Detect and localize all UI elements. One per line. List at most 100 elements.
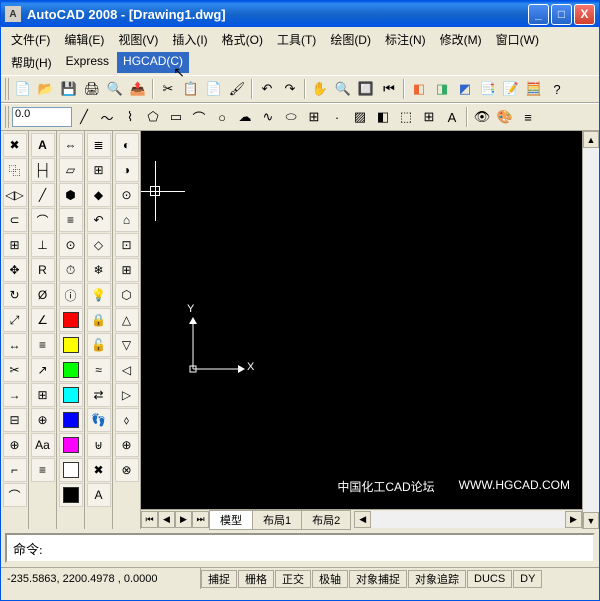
list-button[interactable]: ≡ xyxy=(59,208,83,232)
line-button[interactable]: ╱ xyxy=(73,106,95,128)
scroll-up-button[interactable]: ▲ xyxy=(583,131,599,148)
scroll-down-button[interactable]: ▼ xyxy=(583,512,599,529)
break-button[interactable]: ⊟ xyxy=(3,408,27,432)
design-center-button[interactable]: ◨ xyxy=(431,78,453,100)
layer-prev-button[interactable]: ↶ xyxy=(87,208,111,232)
layer-freeze-button[interactable]: ❄ xyxy=(87,258,111,282)
scale-button[interactable]: ⤢ xyxy=(3,308,27,332)
v-scrollbar[interactable]: ▲ ▼ xyxy=(582,131,599,529)
tab-next-button[interactable]: ▶ xyxy=(175,511,192,528)
redo-button[interactable]: ↷ xyxy=(279,78,301,100)
properties-button[interactable]: ◧ xyxy=(408,78,430,100)
d2-btn2[interactable]: ◑ xyxy=(115,158,139,182)
menu-window[interactable]: 窗口(W) xyxy=(490,29,545,50)
layer-state-button[interactable]: ⊞ xyxy=(87,158,111,182)
preview-button[interactable]: 🔍 xyxy=(104,78,126,100)
dim-ord-button[interactable]: ⊥ xyxy=(31,233,55,257)
id-button[interactable]: ⊙ xyxy=(59,233,83,257)
arc-button[interactable]: ⌒ xyxy=(188,106,210,128)
minimize-button[interactable]: _ xyxy=(528,4,549,25)
d2-btn1[interactable]: ◐ xyxy=(115,133,139,157)
command-line[interactable]: 命令: xyxy=(5,533,595,563)
chamfer-button[interactable]: ⌐ xyxy=(3,458,27,482)
swatch-red[interactable] xyxy=(59,308,83,332)
menu-express[interactable]: Express xyxy=(60,52,115,73)
tab-layout2[interactable]: 布局2 xyxy=(301,510,351,530)
swatch-black[interactable] xyxy=(59,483,83,507)
layer-delete-button[interactable]: ✖ xyxy=(87,458,111,482)
join-button[interactable]: ⊕ xyxy=(3,433,27,457)
swatch-green[interactable] xyxy=(59,358,83,382)
annotation-scale-select[interactable]: 0.0 xyxy=(12,107,72,127)
swatch-yellow[interactable] xyxy=(59,333,83,357)
tab-last-button[interactable]: ⏭ xyxy=(192,511,209,528)
text-a-button[interactable]: A xyxy=(87,483,111,507)
tab-model[interactable]: 模型 xyxy=(209,510,253,530)
menu-draw[interactable]: 绘图(D) xyxy=(324,29,377,50)
mass-button[interactable]: ⬢ xyxy=(59,183,83,207)
layer-change-button[interactable]: ⇄ xyxy=(87,383,111,407)
grip-icon[interactable] xyxy=(5,78,11,100)
match-button[interactable]: 🖌 xyxy=(226,78,248,100)
qdim-button[interactable]: ≡ xyxy=(31,333,55,357)
tab-first-button[interactable]: ⏮ xyxy=(141,511,158,528)
area-button[interactable]: ▱ xyxy=(59,158,83,182)
layer-iso-button[interactable]: ◇ xyxy=(87,233,111,257)
ducs-toggle[interactable]: DUCS xyxy=(467,570,512,588)
scroll-track[interactable] xyxy=(371,511,565,528)
drawing-canvas[interactable]: X Y 中国化工CAD论坛 WWW.HGCAD.COM xyxy=(141,131,582,509)
snap-toggle[interactable]: 捕捉 xyxy=(201,570,237,588)
polygon-button[interactable]: ⬠ xyxy=(142,106,164,128)
dimedit-button[interactable]: Aa xyxy=(31,433,55,457)
layer-make-button[interactable]: ◆ xyxy=(87,183,111,207)
block-button[interactable]: ⊞ xyxy=(303,106,325,128)
cut-button[interactable]: ✂ xyxy=(157,78,179,100)
dyn-toggle[interactable]: DY xyxy=(513,570,542,588)
dim-aligned-button[interactable]: ╱ xyxy=(31,183,55,207)
dim-arc-button[interactable]: ⌒ xyxy=(31,208,55,232)
menu-annotate[interactable]: 标注(N) xyxy=(379,29,432,50)
layer-unlock-button[interactable]: 🔓 xyxy=(87,333,111,357)
tolerance-button[interactable]: ⊞ xyxy=(31,383,55,407)
paste-button[interactable]: 📄 xyxy=(203,78,225,100)
dist-button[interactable]: ⇔ xyxy=(59,133,83,157)
circle-button[interactable]: ○ xyxy=(211,106,233,128)
d2-btn10[interactable]: ◁ xyxy=(115,358,139,382)
ortho-toggle[interactable]: 正交 xyxy=(275,570,311,588)
hatch-button[interactable]: ▨ xyxy=(349,106,371,128)
sheet-set-button[interactable]: 📑 xyxy=(477,78,499,100)
markup-button[interactable]: 📝 xyxy=(500,78,522,100)
d2-btn3[interactable]: ⊙ xyxy=(115,183,139,207)
pline-button[interactable]: ⌇ xyxy=(119,106,141,128)
ellipse-button[interactable]: ⬭ xyxy=(280,106,302,128)
swatch-cyan[interactable] xyxy=(59,383,83,407)
scroll-track[interactable] xyxy=(583,148,599,512)
xline-button[interactable]: 〜 xyxy=(96,106,118,128)
stretch-button[interactable]: ↔ xyxy=(3,333,27,357)
d2-btn8[interactable]: △ xyxy=(115,308,139,332)
copy-button[interactable]: 📋 xyxy=(180,78,202,100)
close-button[interactable]: X xyxy=(574,4,595,25)
d2-btn5[interactable]: ⊡ xyxy=(115,233,139,257)
scroll-right-button[interactable]: ▶ xyxy=(565,511,582,528)
zoom-button[interactable]: 🔍 xyxy=(332,78,354,100)
d2-btn4[interactable]: ⌂ xyxy=(115,208,139,232)
point-button[interactable]: · xyxy=(326,106,348,128)
pan-button[interactable]: ✋ xyxy=(309,78,331,100)
zoom-prev-button[interactable]: ⏮ xyxy=(378,78,400,100)
print-button[interactable]: 🖨 xyxy=(81,78,103,100)
menu-view[interactable]: 视图(V) xyxy=(112,29,164,50)
grid-toggle[interactable]: 栅格 xyxy=(238,570,274,588)
copy-obj-button[interactable]: ⿻ xyxy=(3,158,27,182)
layer-walk-button[interactable]: 👣 xyxy=(87,408,111,432)
leader-button[interactable]: ↗ xyxy=(31,358,55,382)
d2-btn14[interactable]: ⊗ xyxy=(115,458,139,482)
polar-toggle[interactable]: 极轴 xyxy=(312,570,348,588)
menu-file[interactable]: 文件(F) xyxy=(5,29,56,50)
d2-btn9[interactable]: ▽ xyxy=(115,333,139,357)
menu-hgcad[interactable]: HGCAD(C)↖ xyxy=(117,52,189,73)
menu-modify[interactable]: 修改(M) xyxy=(434,29,488,50)
scroll-left-button[interactable]: ◀ xyxy=(354,511,371,528)
render-button[interactable]: 🎨 xyxy=(494,106,516,128)
menu-format[interactable]: 格式(O) xyxy=(216,29,269,50)
